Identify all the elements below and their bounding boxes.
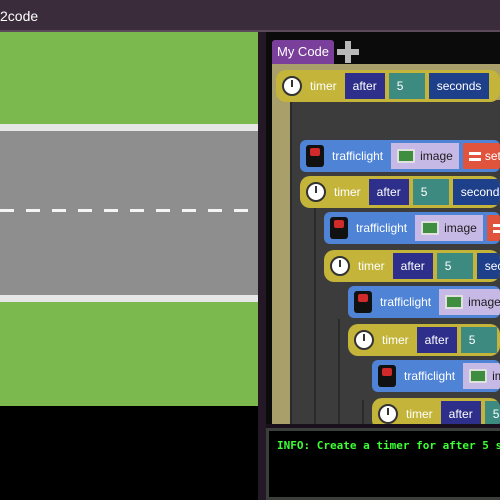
stage-bottom-area: [0, 406, 258, 500]
block-label: timer: [406, 407, 433, 421]
info-console: INFO: Create a timer for after 5 seco: [266, 428, 500, 500]
image-property[interactable]: image: [391, 143, 459, 169]
stopwatch-icon: [354, 330, 374, 350]
code-workspace[interactable]: timer after 5 seconds trafficlight image…: [272, 64, 500, 424]
block-label: trafficlight: [356, 221, 408, 235]
road: [0, 124, 258, 302]
lane-divider: [0, 209, 258, 212]
stopwatch-icon: [378, 404, 398, 424]
code-panel: My Code timer after 5 seconds trafficlig…: [266, 32, 500, 424]
road-edge-bottom: [0, 295, 258, 302]
picture-icon: [469, 369, 488, 383]
timer-block[interactable]: timer after 5: [372, 398, 500, 424]
title-bar: 2code: [0, 0, 500, 32]
trafficlight-block[interactable]: trafficlight image set t: [300, 140, 500, 172]
seconds-input[interactable]: 5: [460, 327, 497, 353]
after-field[interactable]: after: [392, 253, 433, 279]
road-edge-top: [0, 124, 258, 131]
set-operator[interactable]: [486, 215, 500, 241]
block-label: timer: [310, 79, 337, 93]
trafficlight-block[interactable]: trafficlight image: [348, 286, 500, 318]
stopwatch-icon: [330, 256, 350, 276]
after-field[interactable]: after: [368, 179, 409, 205]
traffic-light-icon: [378, 365, 396, 387]
seconds-input[interactable]: 5: [388, 73, 425, 99]
timer-block[interactable]: timer after 5 seconds: [300, 176, 500, 208]
trafficlight-block[interactable]: trafficlight ima: [372, 360, 500, 392]
picture-icon: [421, 221, 440, 235]
timer-block[interactable]: timer after 5 seconds: [276, 70, 500, 102]
image-label: image: [468, 295, 500, 309]
image-property[interactable]: image: [439, 289, 500, 315]
tab-my-code[interactable]: My Code: [272, 40, 334, 64]
block-label: timer: [334, 185, 361, 199]
block-label: timer: [382, 333, 409, 347]
stopwatch-icon: [282, 76, 302, 96]
set-label: set t: [484, 149, 500, 163]
picture-icon: [445, 295, 464, 309]
panel-divider[interactable]: [258, 32, 266, 500]
equals-icon: [468, 151, 481, 161]
seconds-input[interactable]: 5: [412, 179, 449, 205]
plus-icon[interactable]: [336, 40, 360, 64]
block-label: trafficlight: [332, 149, 384, 163]
image-label: image: [420, 149, 453, 163]
set-operator[interactable]: set t: [462, 143, 500, 169]
equals-icon: [492, 223, 500, 233]
block-label: trafficlight: [404, 369, 456, 383]
unit-dropdown[interactable]: seconds: [452, 179, 500, 205]
image-property[interactable]: image: [415, 215, 483, 241]
traffic-light-icon: [330, 217, 348, 239]
game-stage[interactable]: [0, 32, 258, 406]
after-field[interactable]: after: [416, 327, 457, 353]
block-label: trafficlight: [380, 295, 432, 309]
picture-icon: [397, 149, 416, 163]
traffic-light-icon: [306, 145, 324, 167]
seconds-input[interactable]: 5: [436, 253, 473, 279]
unit-dropdown[interactable]: seco: [476, 253, 500, 279]
unit-dropdown[interactable]: seconds: [428, 73, 490, 99]
timer-block[interactable]: timer after 5: [348, 324, 500, 356]
timer-block[interactable]: timer after 5 seco: [324, 250, 500, 282]
app-title: 2code: [0, 8, 39, 24]
stopwatch-icon: [306, 182, 326, 202]
block-label: timer: [358, 259, 385, 273]
trafficlight-block[interactable]: trafficlight image: [324, 212, 500, 244]
seconds-input[interactable]: 5: [484, 401, 500, 424]
image-property[interactable]: ima: [463, 363, 500, 389]
traffic-light-icon: [354, 291, 372, 313]
info-message: INFO: Create a timer for after 5 seco: [277, 439, 500, 452]
image-label: ima: [492, 369, 500, 383]
image-label: image: [444, 221, 477, 235]
after-field[interactable]: after: [440, 401, 481, 424]
after-field[interactable]: after: [344, 73, 385, 99]
